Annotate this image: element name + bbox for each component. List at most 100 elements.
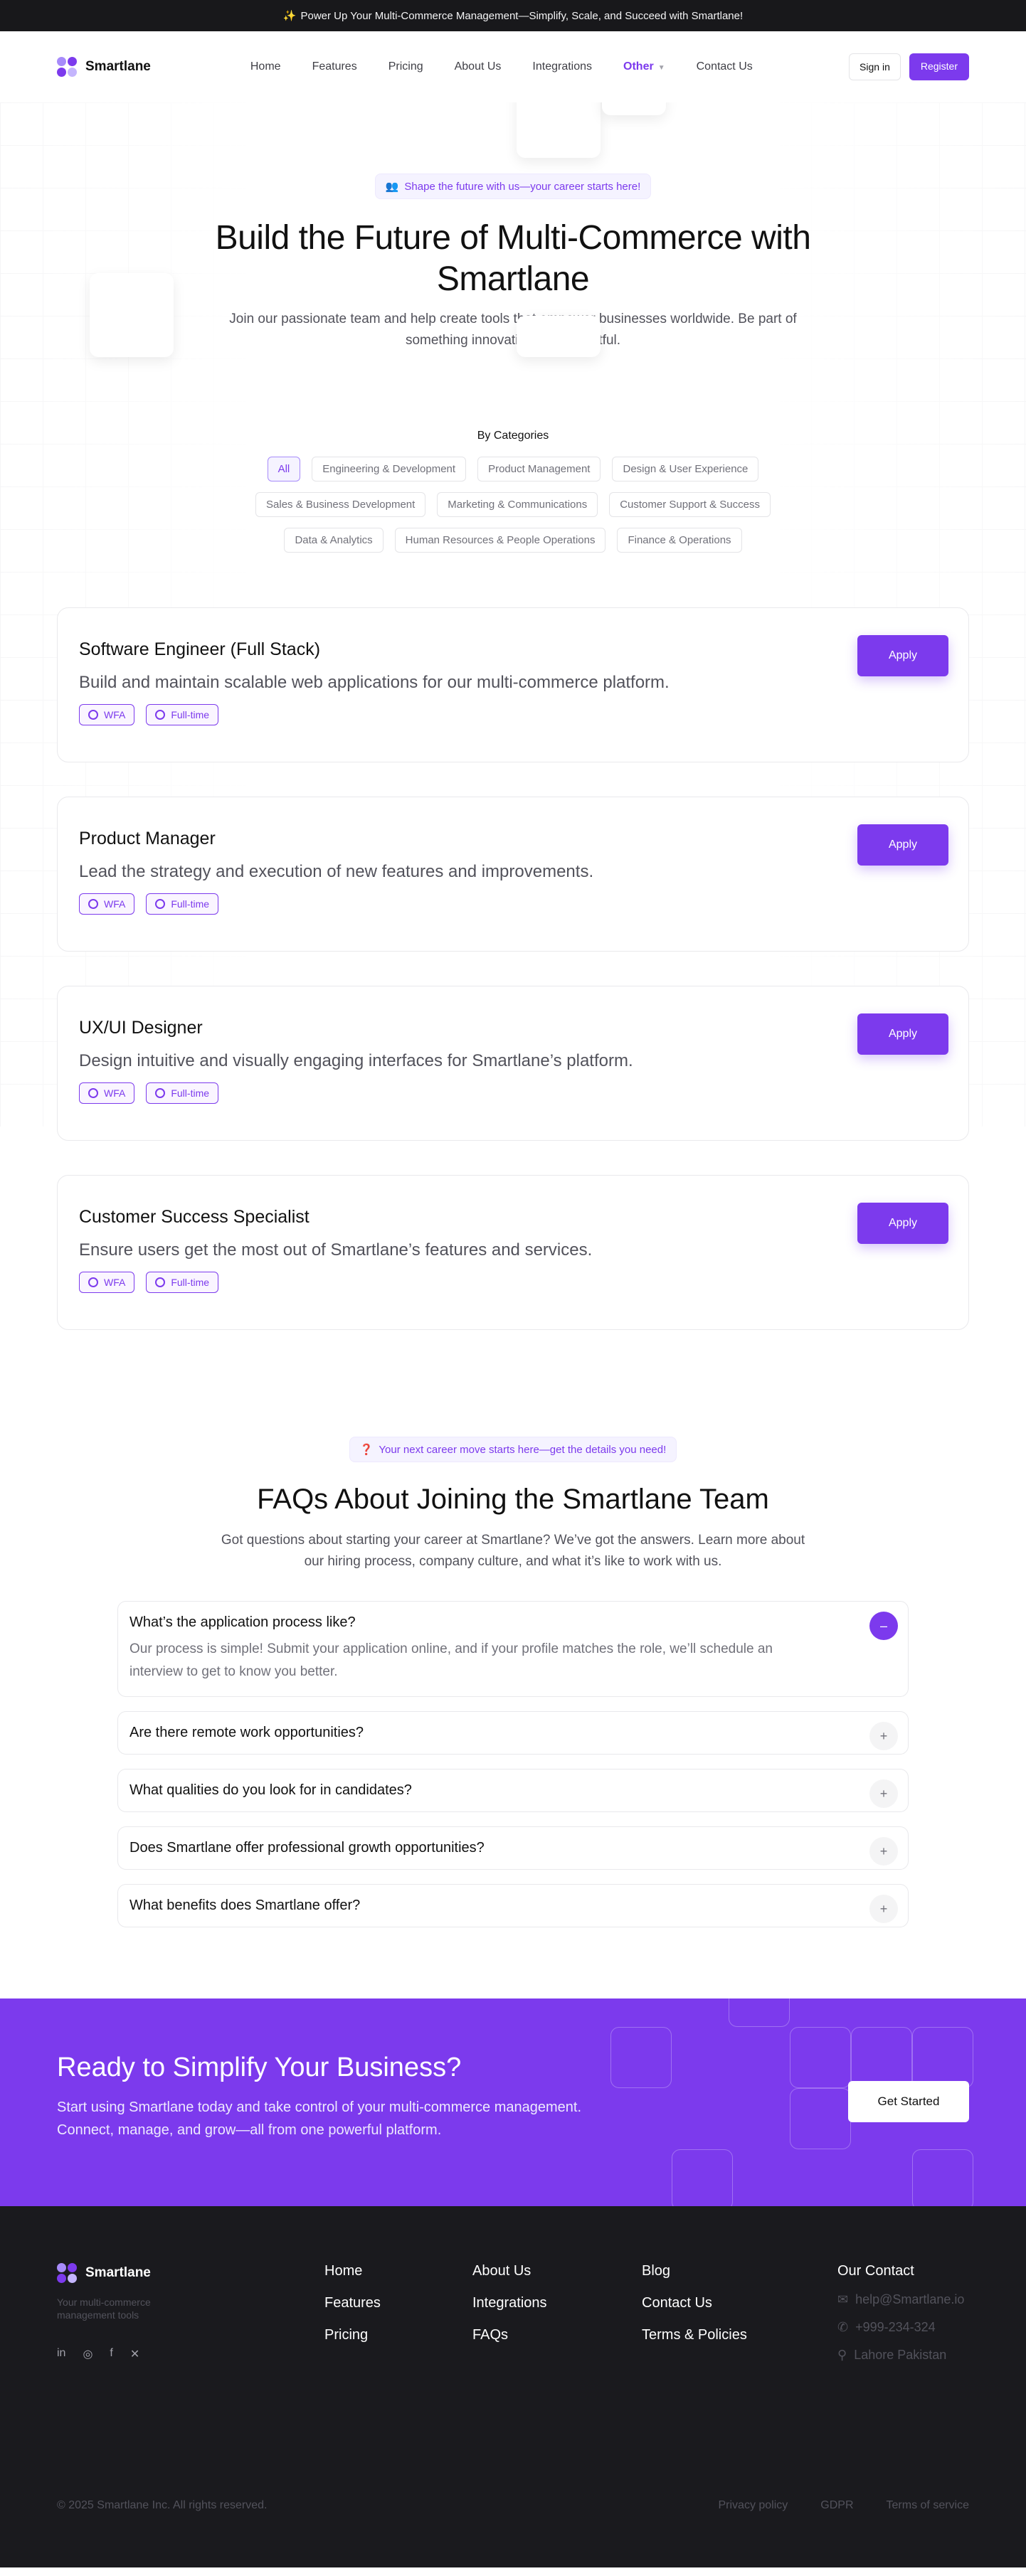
faq-item[interactable]: Does Smartlane offer professional growth… <box>117 1826 909 1870</box>
contact-title: Our Contact <box>837 2263 914 2279</box>
x-icon[interactable]: ✕ <box>130 2347 139 2361</box>
tag-location: WFA <box>79 1272 135 1293</box>
faq-item[interactable]: Are there remote work opportunities? + <box>117 1711 909 1755</box>
job-list: Software Engineer (Full Stack) Build and… <box>0 563 1026 1330</box>
footer-link-features[interactable]: Features <box>324 2295 381 2311</box>
job-title: Product Manager <box>79 829 216 848</box>
nav-contact[interactable]: Contact Us <box>697 60 753 73</box>
main-nav: Home Features Pricing About Us Integrati… <box>250 60 753 73</box>
job-description: Lead the strategy and execution of new f… <box>79 862 594 881</box>
footer-link-integrations[interactable]: Integrations <box>472 2295 547 2311</box>
faq-answer: Our process is simple! Submit your appli… <box>129 1641 773 1679</box>
nav-integrations[interactable]: Integrations <box>532 60 592 73</box>
logo[interactable]: Smartlane <box>57 57 151 77</box>
sign-in-button[interactable]: Sign in <box>849 53 901 80</box>
tag-label: WFA <box>104 898 126 910</box>
decorative-card <box>90 273 174 357</box>
tag-label: Full-time <box>171 898 210 910</box>
faq-subtitle: Got questions about starting your career… <box>221 1533 805 1569</box>
nav-features[interactable]: Features <box>312 60 357 73</box>
footer-link-terms[interactable]: Terms & Policies <box>642 2327 747 2343</box>
privacy-link[interactable]: Privacy policy <box>718 2499 788 2512</box>
contact-email[interactable]: ✉ help@Smartlane.io <box>837 2292 964 2307</box>
mail-icon: ✉ <box>837 2292 849 2306</box>
footer-link-contact[interactable]: Contact Us <box>642 2295 747 2311</box>
category-engineering[interactable]: Engineering & Development <box>312 457 467 481</box>
category-finance[interactable]: Finance & Operations <box>617 528 742 553</box>
terms-link[interactable]: Terms of service <box>887 2499 969 2512</box>
apply-button[interactable]: Apply <box>857 635 948 676</box>
job-title: Customer Success Specialist <box>79 1207 310 1227</box>
faq-question: What benefits does Smartlane offer? <box>129 1898 361 1913</box>
contact-phone[interactable]: ✆ +999-234-324 <box>837 2320 964 2335</box>
job-title: Software Engineer (Full Stack) <box>79 639 321 659</box>
tag-label: Full-time <box>171 1087 210 1099</box>
expand-icon[interactable]: + <box>869 1722 898 1750</box>
apply-button[interactable]: Apply <box>857 1203 948 1244</box>
faq-item[interactable]: What qualities do you look for in candid… <box>117 1769 909 1812</box>
question-icon: ❓ <box>359 1444 374 1456</box>
cta-banner: Ready to Simplify Your Business? Start u… <box>0 1998 1026 2206</box>
footer-link-faqs[interactable]: FAQs <box>472 2327 547 2343</box>
category-data[interactable]: Data & Analytics <box>284 528 384 553</box>
faq-item[interactable]: What’s the application process like? Our… <box>117 1601 909 1697</box>
decorative-box <box>672 2149 733 2206</box>
globe-icon <box>88 710 98 720</box>
nav-pricing[interactable]: Pricing <box>388 60 423 73</box>
tag-label: Full-time <box>171 709 210 720</box>
footer-link-blog[interactable]: Blog <box>642 2263 747 2279</box>
instagram-icon[interactable]: ◎ <box>83 2347 92 2361</box>
tag-label: Full-time <box>171 1277 210 1288</box>
copyright: © 2025 Smartlane Inc. All rights reserve… <box>57 2499 268 2511</box>
brand-name: Smartlane <box>85 2265 151 2280</box>
hero-section: 👥 Shape the future with us—your career s… <box>0 74 1026 430</box>
decorative-box <box>790 2027 851 2088</box>
decorative-card <box>517 316 601 357</box>
categories-title: By Categories <box>477 430 549 442</box>
category-support[interactable]: Customer Support & Success <box>609 492 771 517</box>
collapse-icon[interactable]: – <box>869 1612 898 1640</box>
tag-type: Full-time <box>146 893 219 915</box>
nav-other-dropdown[interactable]: Other ▼ <box>623 60 665 73</box>
apply-button[interactable]: Apply <box>857 1013 948 1055</box>
faq-question: Are there remote work opportunities? <box>129 1725 364 1740</box>
nav-home[interactable]: Home <box>250 60 281 73</box>
facebook-icon[interactable]: f <box>110 2347 112 2361</box>
tag-location: WFA <box>79 893 135 915</box>
footer-link-pricing[interactable]: Pricing <box>324 2327 381 2343</box>
announcement-bar: ✨ Power Up Your Multi-Commerce Managemen… <box>0 0 1026 31</box>
job-card: Customer Success Specialist Ensure users… <box>57 1175 969 1330</box>
footer-logo[interactable]: Smartlane <box>57 2263 270 2283</box>
footer-link-home[interactable]: Home <box>324 2263 381 2279</box>
register-button[interactable]: Register <box>909 53 969 80</box>
category-all[interactable]: All <box>267 457 301 481</box>
logo-icon <box>57 57 77 77</box>
apply-button[interactable]: Apply <box>857 824 948 866</box>
decorative-box <box>610 2027 672 2088</box>
tag-location: WFA <box>79 704 135 725</box>
footer-column: Home Features Pricing <box>324 2263 381 2343</box>
brand-name: Smartlane <box>85 59 151 74</box>
get-started-button[interactable]: Get Started <box>848 2081 969 2122</box>
nav-about[interactable]: About Us <box>455 60 502 73</box>
decorative-box <box>851 2027 912 2088</box>
footer-link-about[interactable]: About Us <box>472 2263 547 2279</box>
decorative-box <box>912 2149 973 2206</box>
category-hr[interactable]: Human Resources & People Operations <box>394 528 606 553</box>
faq-item[interactable]: What benefits does Smartlane offer? + <box>117 1884 909 1927</box>
footer-contact: Our Contact ✉ help@Smartlane.io ✆ +999-234… <box>837 2263 964 2363</box>
linkedin-icon[interactable]: in <box>57 2347 65 2361</box>
expand-icon[interactable]: + <box>869 1837 898 1866</box>
category-marketing[interactable]: Marketing & Communications <box>437 492 598 517</box>
expand-icon[interactable]: + <box>869 1895 898 1923</box>
team-icon: 👥 <box>385 181 399 193</box>
category-design[interactable]: Design & User Experience <box>612 457 759 481</box>
decorative-box <box>729 1998 790 2027</box>
category-sales[interactable]: Sales & Business Development <box>255 492 426 517</box>
expand-icon[interactable]: + <box>869 1779 898 1808</box>
category-product[interactable]: Product Management <box>477 457 601 481</box>
globe-icon <box>88 1277 98 1287</box>
job-description: Design intuitive and visually engaging i… <box>79 1051 633 1070</box>
gdpr-link[interactable]: GDPR <box>820 2499 853 2512</box>
job-description: Build and maintain scalable web applicat… <box>79 673 670 692</box>
